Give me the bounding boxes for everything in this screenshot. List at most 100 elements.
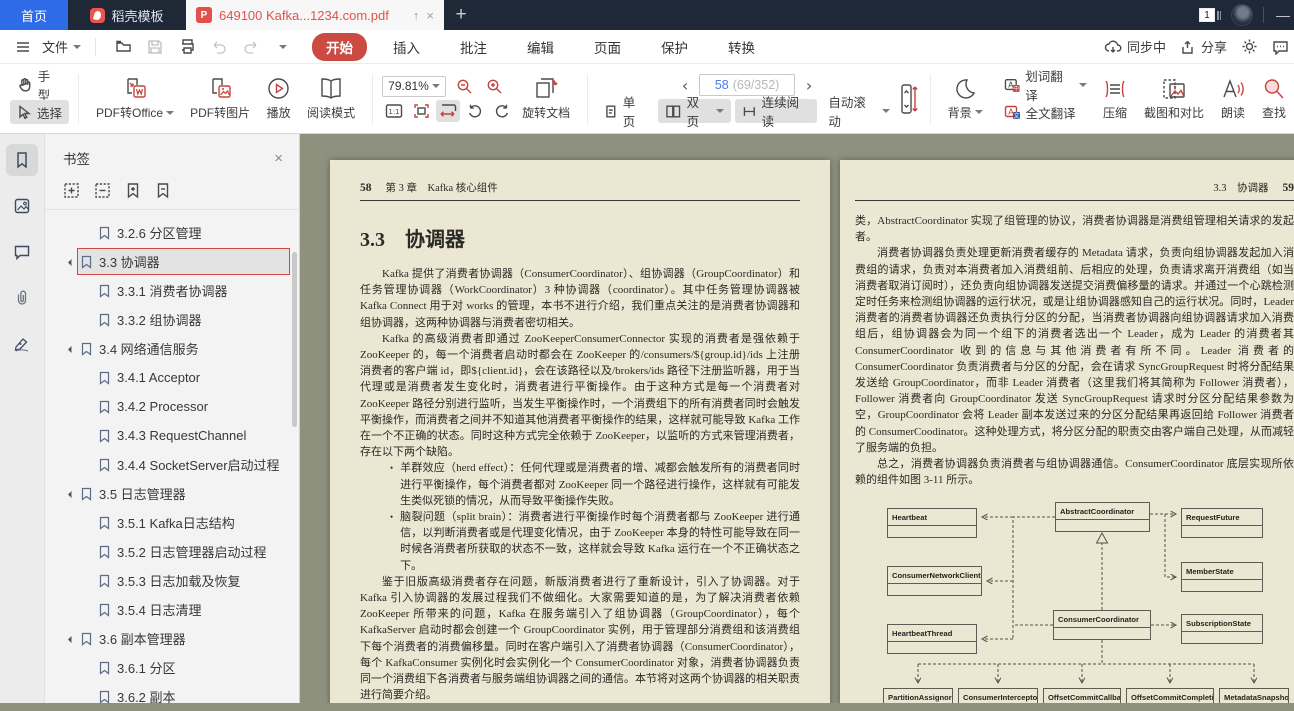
add-bookmark-icon[interactable] bbox=[125, 182, 141, 199]
screenshot-compare-button[interactable]: 截图和对比 bbox=[1136, 74, 1212, 124]
settings-gear-icon[interactable] bbox=[1241, 38, 1258, 55]
compress-button[interactable]: 压缩 bbox=[1094, 74, 1136, 124]
rotate-document-button[interactable]: 旋转文档 bbox=[514, 73, 578, 124]
hand-icon bbox=[17, 77, 33, 93]
tab-home-label: 首页 bbox=[21, 6, 47, 25]
collapse-all-icon[interactable] bbox=[94, 182, 111, 199]
bookmark-label: 3.5.1 Kafka日志结构 bbox=[117, 513, 235, 532]
thumbnails-panel-icon[interactable] bbox=[6, 190, 38, 222]
tab-pdf-document[interactable]: P 649100 Kafka...1234.com.pdf ↑ × bbox=[186, 0, 444, 30]
word-translate-button[interactable]: A中 划词翻译 bbox=[997, 73, 1094, 97]
full-translate-button[interactable]: A文 全文翻译 bbox=[997, 100, 1094, 124]
uml-class-heartbeatthread: HeartbeatThread bbox=[887, 624, 977, 654]
window-count-badge[interactable]: 1 bbox=[1199, 8, 1221, 22]
comments-panel-icon[interactable] bbox=[6, 236, 38, 268]
bookmark-item[interactable]: 3.4.4 SocketServer启动过程 bbox=[45, 450, 299, 479]
file-menu[interactable]: 文件 bbox=[42, 37, 81, 56]
bookmark-item[interactable]: 3.4.1 Acceptor bbox=[45, 363, 299, 392]
zoom-in-button[interactable] bbox=[482, 75, 506, 97]
sidebar-scrollbar[interactable] bbox=[292, 252, 297, 427]
double-page-icon bbox=[665, 104, 681, 119]
bookmark-item[interactable]: 3.6.2 副本 bbox=[45, 682, 299, 711]
tab-docer[interactable]: 稻壳模板 bbox=[68, 0, 186, 30]
bookmark-item[interactable]: 3.5.2 日志管理器启动过程 bbox=[45, 537, 299, 566]
hand-tool-button[interactable]: 手型 bbox=[10, 73, 69, 97]
new-tab-button[interactable]: + bbox=[444, 0, 478, 30]
pdf-to-image-button[interactable]: PDF转图片 bbox=[182, 73, 258, 124]
ribbon-tab-protect[interactable]: 保护 bbox=[647, 33, 702, 61]
bookmark-item-selected[interactable]: 3.3 协调器 bbox=[45, 247, 299, 276]
bookmark-item[interactable]: 3.4.3 RequestChannel bbox=[45, 421, 299, 450]
share-label: 分享 bbox=[1201, 37, 1227, 56]
background-label: 背景 bbox=[948, 104, 972, 121]
rotate-right-button[interactable] bbox=[490, 100, 514, 122]
bookmark-item[interactable]: 3.6 副本管理器 bbox=[45, 624, 299, 653]
bookmark-item[interactable]: 3.4 网络通信服务 bbox=[45, 334, 299, 363]
bookmark-item[interactable]: 3.5.3 日志加载及恢复 bbox=[45, 566, 299, 595]
tab-close-icon[interactable]: × bbox=[426, 8, 434, 23]
share-button[interactable]: 分享 bbox=[1180, 37, 1227, 56]
ribbon-tab-annotate[interactable]: 批注 bbox=[446, 33, 501, 61]
save-icon[interactable] bbox=[142, 35, 168, 59]
bookmark-item[interactable]: 3.5.4 日志清理 bbox=[45, 595, 299, 624]
bookmark-item[interactable]: 3.2.6 分区管理 bbox=[45, 218, 299, 247]
undo-icon[interactable] bbox=[206, 35, 232, 59]
signature-panel-icon[interactable] bbox=[6, 328, 38, 360]
read-mode-button[interactable]: 阅读模式 bbox=[299, 74, 363, 124]
double-page-button[interactable]: 双页 bbox=[658, 99, 731, 123]
bookmarks-panel-icon[interactable] bbox=[6, 144, 38, 176]
find-label: 查找 bbox=[1262, 104, 1286, 121]
panel-close-icon[interactable]: × bbox=[274, 150, 283, 167]
continuous-read-button[interactable]: 连续阅读 bbox=[735, 99, 818, 123]
bookmark-item[interactable]: 3.6.1 分区 bbox=[45, 653, 299, 682]
play-button[interactable]: 播放 bbox=[258, 73, 299, 124]
bookmark-item[interactable]: 3.5.1 Kafka日志结构 bbox=[45, 508, 299, 537]
auto-scroll-button[interactable]: 自动滚动 bbox=[821, 99, 897, 123]
expand-arrow-icon[interactable] bbox=[68, 491, 75, 498]
expand-arrow-icon[interactable] bbox=[68, 259, 75, 266]
zoom-out-button[interactable] bbox=[452, 75, 476, 97]
fit-width-button[interactable] bbox=[436, 100, 460, 122]
ribbon-tab-page[interactable]: 页面 bbox=[580, 33, 635, 61]
remove-bookmark-icon[interactable] bbox=[155, 182, 171, 199]
hamburger-menu-icon[interactable] bbox=[10, 35, 36, 59]
read-aloud-button[interactable]: 朗读 bbox=[1212, 74, 1254, 124]
read-aloud-icon bbox=[1220, 77, 1246, 101]
background-button[interactable]: 背景 bbox=[940, 74, 991, 124]
ribbon-tab-edit[interactable]: 编辑 bbox=[513, 33, 568, 61]
redo-icon[interactable] bbox=[238, 35, 264, 59]
customize-toolbar-icon[interactable] bbox=[270, 35, 296, 59]
attachments-panel-icon[interactable] bbox=[6, 282, 38, 314]
fit-page-button[interactable] bbox=[409, 100, 433, 122]
ribbon-tab-home[interactable]: 开始 bbox=[312, 33, 367, 61]
print-icon[interactable] bbox=[174, 35, 200, 59]
ribbon-tab-insert[interactable]: 插入 bbox=[379, 33, 434, 61]
bookmark-item[interactable]: 3.3.2 组协调器 bbox=[45, 305, 299, 334]
open-file-icon[interactable] bbox=[110, 35, 136, 59]
bookmark-item[interactable]: 3.5 日志管理器 bbox=[45, 479, 299, 508]
user-avatar[interactable] bbox=[1231, 4, 1253, 26]
continuous-read-label: 连续阅读 bbox=[762, 92, 811, 130]
tab-home[interactable]: 首页 bbox=[0, 0, 68, 30]
pdf-page-58: 58 第 3 章 Kafka 核心组件 3.3 协调器 Kafka 提供了消费者… bbox=[330, 160, 830, 703]
tab-pin-up-icon[interactable]: ↑ bbox=[413, 8, 420, 23]
find-button[interactable]: 查找 bbox=[1254, 74, 1294, 124]
minimize-button[interactable]: — bbox=[1274, 7, 1292, 23]
document-view[interactable]: 58 第 3 章 Kafka 核心组件 3.3 协调器 Kafka 提供了消费者… bbox=[300, 134, 1294, 703]
feedback-chat-icon[interactable] bbox=[1272, 39, 1290, 55]
sync-status[interactable]: 同步中 bbox=[1104, 37, 1166, 56]
select-tool-button[interactable]: 选择 bbox=[10, 100, 69, 124]
expand-all-icon[interactable] bbox=[63, 182, 80, 199]
bookmark-item[interactable]: 3.3.1 消费者协调器 bbox=[45, 276, 299, 305]
expand-arrow-icon[interactable] bbox=[68, 636, 75, 643]
ribbon-tab-convert[interactable]: 转换 bbox=[714, 33, 769, 61]
single-page-button[interactable]: 单页 bbox=[597, 99, 654, 123]
rotate-left-button[interactable] bbox=[463, 100, 487, 122]
zoom-level-select[interactable]: 79.81% bbox=[382, 76, 446, 97]
moon-icon bbox=[953, 77, 977, 101]
bookmark-item[interactable]: 3.4.2 Processor bbox=[45, 392, 299, 421]
auto-scroll-slider[interactable] bbox=[897, 79, 921, 119]
expand-arrow-icon[interactable] bbox=[68, 346, 75, 353]
actual-size-button[interactable]: 1:1 bbox=[382, 100, 406, 122]
pdf-to-office-button[interactable]: PDF转Office bbox=[88, 73, 182, 124]
